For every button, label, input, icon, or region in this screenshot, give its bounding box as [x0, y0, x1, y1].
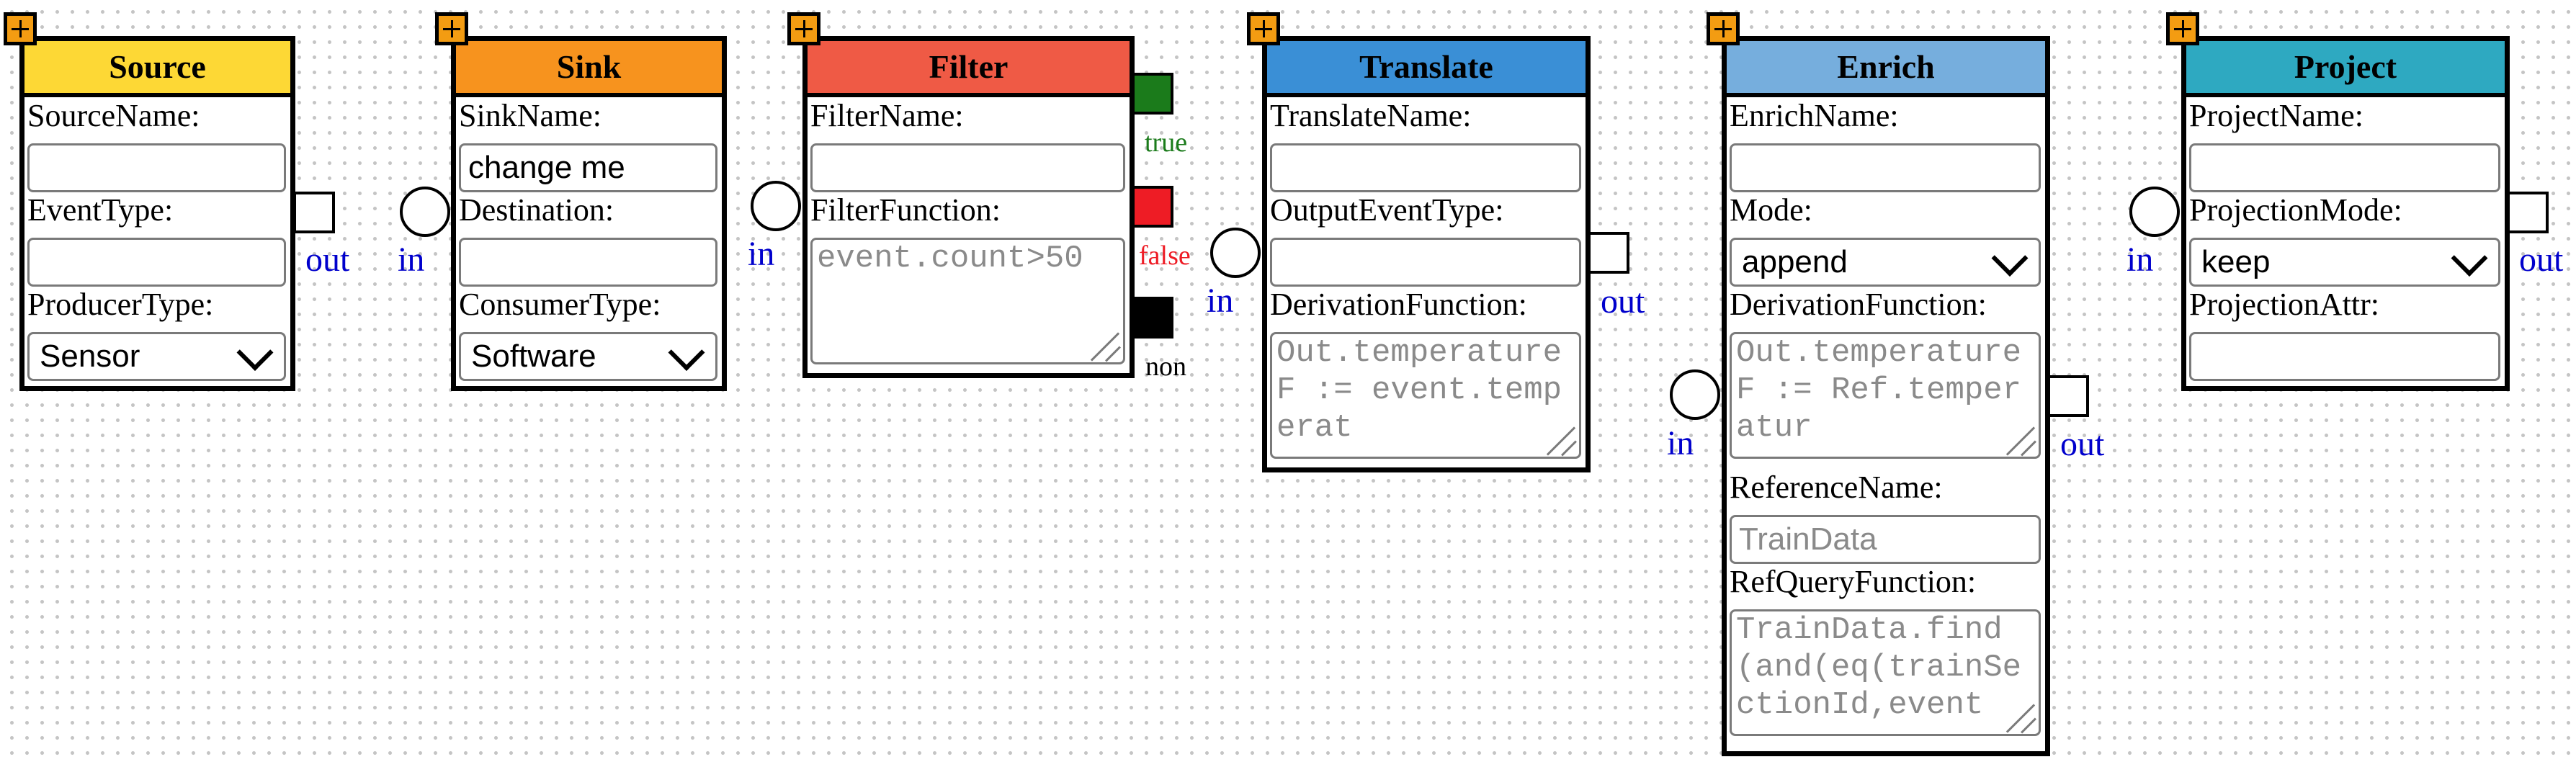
- translate-name-label: TranslateName:: [1270, 98, 1472, 133]
- non-port[interactable]: [1132, 297, 1173, 339]
- sink-name-label: SinkName:: [459, 98, 601, 133]
- chevron-down-icon: [1991, 240, 2029, 277]
- true-port-label: true: [1145, 127, 1188, 158]
- derivation-function-placeholder: Out.temperatureF := Ref.temperatur: [1736, 335, 2022, 446]
- filter-node-box[interactable]: Filter FilterName: FilterFunction: event…: [802, 36, 1135, 378]
- in-port-label: in: [1667, 424, 1694, 462]
- in-port-label: in: [1207, 282, 1234, 320]
- in-port-label: in: [748, 235, 775, 273]
- sink-name-input[interactable]: change me: [459, 143, 717, 192]
- node-title[interactable]: Translate: [1267, 41, 1586, 97]
- filter-function-textarea[interactable]: event.count>50: [810, 238, 1125, 364]
- sink-node-box[interactable]: Sink SinkName: change me Destination: Co…: [451, 36, 727, 391]
- in-port[interactable]: [1670, 369, 1720, 420]
- true-port[interactable]: [1132, 73, 1173, 115]
- filter-function-placeholder: event.count>50: [817, 241, 1083, 277]
- derivation-function-label: DerivationFunction:: [1270, 287, 1527, 322]
- source-node-box[interactable]: Source SourceName: EventType: ProducerTy…: [19, 36, 295, 391]
- enrich-name-label: EnrichName:: [1730, 98, 1899, 133]
- projection-attr-label: ProjectionAttr:: [2189, 287, 2379, 322]
- destination-label: Destination:: [459, 192, 614, 228]
- out-port-label: out: [305, 241, 350, 279]
- projection-attr-input[interactable]: [2189, 332, 2500, 381]
- plus-icon[interactable]: [787, 12, 820, 45]
- reference-name-input[interactable]: TrainData: [1730, 515, 2041, 564]
- enrich-name-input[interactable]: [1730, 143, 2041, 192]
- output-event-type-label: OutputEventType:: [1270, 192, 1504, 228]
- resize-grip-icon[interactable]: [2007, 425, 2036, 454]
- resize-grip-icon[interactable]: [1091, 331, 1120, 359]
- out-port-label: out: [2060, 425, 2105, 463]
- derivation-function-placeholder: Out.temperatureF := event.temperat: [1276, 335, 1562, 446]
- out-port[interactable]: [293, 192, 335, 233]
- translate-node-box[interactable]: Translate TranslateName: OutputEventType…: [1262, 36, 1591, 472]
- mode-value: append: [1742, 244, 1848, 279]
- projection-mode-label: ProjectionMode:: [2189, 192, 2402, 228]
- project-name-label: ProjectName:: [2189, 98, 2363, 133]
- consumer-type-select[interactable]: Software: [459, 332, 717, 381]
- false-port[interactable]: [1132, 186, 1173, 228]
- in-port[interactable]: [2129, 187, 2180, 237]
- producer-type-value: Sensor: [40, 339, 140, 374]
- node-title[interactable]: Enrich: [1727, 41, 2045, 97]
- filter-function-label: FilterFunction:: [810, 192, 1001, 228]
- plus-icon[interactable]: [1247, 12, 1280, 45]
- project-node-box[interactable]: Project ProjectName: ProjectionMode: kee…: [2181, 36, 2510, 391]
- chevron-down-icon: [668, 334, 705, 371]
- out-port[interactable]: [2507, 192, 2549, 233]
- plus-icon[interactable]: [1707, 12, 1740, 45]
- reference-name-label: ReferenceName:: [1730, 470, 1943, 505]
- derivation-function-label: DerivationFunction:: [1730, 287, 1987, 322]
- in-port[interactable]: [400, 187, 450, 237]
- plus-icon[interactable]: [435, 12, 468, 45]
- mode-select[interactable]: append: [1730, 238, 2041, 287]
- node-title[interactable]: Sink: [456, 41, 722, 97]
- in-port[interactable]: [1210, 228, 1261, 278]
- out-port[interactable]: [2047, 375, 2089, 417]
- consumer-type-label: ConsumerType:: [459, 287, 661, 322]
- in-port-label: in: [398, 241, 425, 279]
- translate-name-input[interactable]: [1270, 143, 1581, 192]
- ref-query-function-label: RefQueryFunction:: [1730, 564, 1977, 599]
- event-type-input[interactable]: [27, 238, 286, 287]
- node-title[interactable]: Filter: [808, 41, 1130, 97]
- output-event-type-input[interactable]: [1270, 238, 1581, 287]
- false-port-label: false: [1139, 241, 1191, 271]
- in-port-label: in: [2126, 241, 2154, 279]
- out-port[interactable]: [1588, 232, 1629, 274]
- chevron-down-icon: [2451, 240, 2488, 277]
- filter-name-input[interactable]: [810, 143, 1125, 192]
- producer-type-label: ProducerType:: [27, 287, 214, 322]
- event-type-label: EventType:: [27, 192, 174, 228]
- filter-name-label: FilterName:: [810, 98, 964, 133]
- source-name-input[interactable]: [27, 143, 286, 192]
- consumer-type-value: Software: [471, 339, 596, 374]
- plus-icon[interactable]: [4, 12, 37, 45]
- resize-grip-icon[interactable]: [1547, 425, 1576, 454]
- projection-mode-select[interactable]: keep: [2189, 238, 2500, 287]
- chevron-down-icon: [236, 334, 274, 371]
- plus-icon[interactable]: [2166, 12, 2199, 45]
- producer-type-select[interactable]: Sensor: [27, 332, 286, 381]
- out-port-label: out: [2519, 241, 2564, 279]
- ref-query-function-textarea[interactable]: TrainData.find(and(eq(trainSectionId,eve…: [1730, 609, 2041, 736]
- derivation-function-textarea[interactable]: Out.temperatureF := Ref.temperatur: [1730, 332, 2041, 459]
- enrich-node-box[interactable]: Enrich EnrichName: Mode: append Derivati…: [1722, 36, 2050, 756]
- destination-input[interactable]: [459, 238, 717, 287]
- project-name-input[interactable]: [2189, 143, 2500, 192]
- mode-label: Mode:: [1730, 192, 1812, 228]
- source-name-label: SourceName:: [27, 98, 200, 133]
- projection-mode-value: keep: [2201, 244, 2271, 279]
- derivation-function-textarea[interactable]: Out.temperatureF := event.temperat: [1270, 332, 1581, 459]
- non-port-label: non: [1145, 351, 1186, 382]
- ref-query-function-placeholder: TrainData.find(and(eq(trainSectionId,eve…: [1736, 612, 2022, 723]
- node-title[interactable]: Project: [2186, 41, 2505, 97]
- resize-grip-icon[interactable]: [2007, 702, 2036, 731]
- node-title[interactable]: Source: [24, 41, 290, 97]
- out-port-label: out: [1601, 282, 1645, 321]
- in-port[interactable]: [751, 181, 801, 231]
